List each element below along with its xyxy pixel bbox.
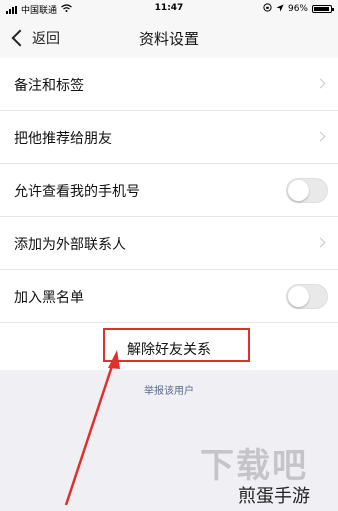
allow-view-phone-toggle[interactable]: [286, 178, 328, 203]
toggle-knob: [288, 180, 309, 201]
add-external-contact-row[interactable]: 添加为外部联系人: [0, 217, 338, 270]
location-icon: [276, 4, 284, 15]
chevron-right-icon: [315, 237, 326, 248]
chevron-right-icon: [315, 131, 326, 142]
status-bar: 中国联通 11:47 96%: [0, 0, 338, 18]
row-label: 把他推荐给朋友: [14, 131, 112, 147]
allow-view-phone-row: 允许查看我的手机号: [0, 164, 338, 217]
row-label: 备注和标签: [14, 78, 84, 94]
toggle-knob: [288, 286, 309, 307]
page-title: 资料设置: [138, 30, 199, 48]
settings-list: 备注和标签 把他推荐给朋友 允许查看我的手机号 添加为外部联系人 加入黑名单: [0, 58, 338, 323]
blacklist-toggle[interactable]: [286, 284, 328, 309]
navigation-bar: 返回 资料设置: [0, 18, 338, 59]
remark-and-tags-row[interactable]: 备注和标签: [0, 58, 338, 111]
row-label: 允许查看我的手机号: [14, 184, 140, 200]
recommend-to-friend-row[interactable]: 把他推荐给朋友: [0, 111, 338, 164]
report-user-link[interactable]: 举报该用户: [0, 382, 338, 397]
row-label: 添加为外部联系人: [14, 237, 126, 253]
lock-rotation-icon: [263, 3, 272, 15]
row-label: 加入黑名单: [14, 290, 84, 306]
watermark-background: 下载吧: [200, 446, 308, 486]
battery-percent: 96%: [287, 4, 308, 14]
battery-icon: [312, 5, 334, 13]
chevron-right-icon: [315, 78, 326, 89]
remove-friend-button[interactable]: 解除好友关系: [0, 339, 338, 359]
add-to-blacklist-row: 加入黑名单: [0, 270, 338, 323]
battery-fill: [314, 7, 329, 11]
remove-friend-section: 解除好友关系: [0, 323, 338, 370]
status-right: 96%: [263, 3, 334, 15]
watermark-text: 煎蛋手游: [238, 486, 310, 507]
